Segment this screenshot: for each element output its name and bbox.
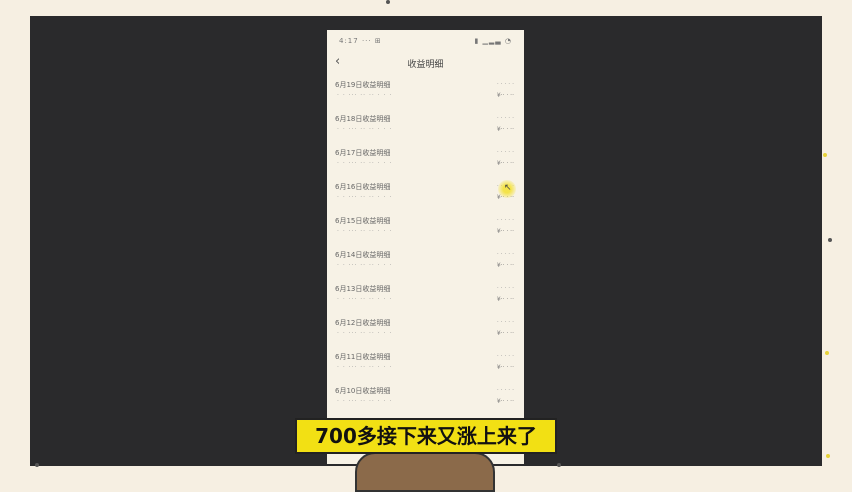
nav-bar: ‹ 收益明细 (327, 52, 524, 74)
phone-screen: 4:17 ··· ⊞ ▮ ▁▂▃ ◔ ‹ 收益明细 6月19日收益明细 · · … (327, 30, 524, 464)
row-value-bottom: ¥·· · ·· (496, 330, 514, 337)
row-value-bottom: ¥·· · ·· (496, 262, 514, 269)
row-label: 6月14日收益明细 (335, 251, 391, 259)
row-label: 6月16日收益明细 (335, 183, 391, 191)
row-sub: · · ··· ·· ·· · · · (337, 194, 393, 201)
row-sub: · · ··· ·· ·· · · · (337, 126, 393, 133)
decor-dot (823, 153, 827, 157)
touch-cursor-icon: ↖ (498, 180, 516, 198)
row-value-bottom: ¥·· · ·· (496, 228, 514, 235)
row-value-top: · · · · · (496, 285, 514, 292)
row-label: 6月10日收益明细 (335, 387, 391, 395)
decor-dot (386, 0, 390, 4)
row-sub: · · ··· ·· ·· · · · (337, 228, 393, 235)
list-item[interactable]: 6月12日收益明细 · · ··· ·· ·· · · · · · · · · … (327, 314, 524, 348)
row-label: 6月11日收益明细 (335, 353, 391, 361)
row-sub: · · ··· ·· ·· · · · (337, 296, 393, 303)
row-value-top: · · · · · (496, 81, 514, 88)
video-subtitle: 700多接下来又涨上来了 (295, 418, 557, 454)
row-value-top: · · · · · (496, 149, 514, 156)
row-value-bottom: ¥·· · ·· (496, 296, 514, 303)
status-time: 4:17 ··· ⊞ (339, 37, 382, 45)
row-value-top: · · · · · (496, 353, 514, 360)
page-title: 收益明细 (407, 60, 444, 70)
row-value-bottom: ¥·· · ·· (496, 364, 514, 371)
status-icons: ▮ ▁▂▃ ◔ (474, 37, 512, 45)
row-sub: · · ··· ·· ·· · · · (337, 330, 393, 337)
decor-dot (828, 238, 832, 242)
row-label: 6月13日收益明细 (335, 285, 391, 293)
row-sub: · · ··· ·· ·· · · · (337, 398, 393, 405)
list-item[interactable]: 6月11日收益明细 · · ··· ·· ·· · · · · · · · · … (327, 348, 524, 382)
list-item[interactable]: 6月16日收益明细 · · ··· ·· ·· · · · · · · · · … (327, 178, 524, 212)
list-item[interactable]: 6月10日收益明细 · · ··· ·· ·· · · · · · · · · … (327, 382, 524, 416)
row-sub: · · ··· ·· ·· · · · (337, 262, 393, 269)
decor-dot (35, 463, 39, 467)
row-value-top: · · · · · (496, 387, 514, 394)
row-value-top: · · · · · (496, 319, 514, 326)
row-label: 6月15日收益明细 (335, 217, 391, 225)
row-value-bottom: ¥·· · ·· (496, 398, 514, 405)
row-label: 6月12日收益明细 (335, 319, 391, 327)
row-value-top: · · · · · (496, 115, 514, 122)
row-sub: · · ··· ·· ·· · · · (337, 160, 393, 167)
list-item[interactable]: 6月17日收益明细 · · ··· ·· ·· · · · · · · · · … (327, 144, 524, 178)
list-item[interactable]: 6月19日收益明细 · · ··· ·· ·· · · · · · · · · … (327, 76, 524, 110)
status-bar: 4:17 ··· ⊞ ▮ ▁▂▃ ◔ (327, 34, 524, 50)
earnings-list: 6月19日收益明细 · · ··· ·· ·· · · · · · · · · … (327, 76, 524, 416)
decor-dot (826, 454, 830, 458)
row-sub: · · ··· ·· ·· · · · (337, 92, 393, 99)
row-value-bottom: ¥·· · ·· (496, 126, 514, 133)
row-value-bottom: ¥·· · ·· (496, 92, 514, 99)
row-label: 6月17日收益明细 (335, 149, 391, 157)
row-sub: · · ··· ·· ·· · · · (337, 364, 393, 371)
row-value-bottom: ¥·· · ·· (496, 160, 514, 167)
row-label: 6月19日收益明细 (335, 81, 391, 89)
presenter-figure (355, 452, 495, 492)
decor-dot (557, 463, 561, 467)
list-item[interactable]: 6月15日收益明细 · · ··· ·· ·· · · · · · · · · … (327, 212, 524, 246)
list-item[interactable]: 6月18日收益明细 · · ··· ·· ·· · · · · · · · · … (327, 110, 524, 144)
row-value-top: · · · · · (496, 251, 514, 258)
decor-dot (825, 351, 829, 355)
pointer-icon: ↖ (504, 183, 512, 193)
list-item[interactable]: 6月14日收益明细 · · ··· ·· ·· · · · · · · · · … (327, 246, 524, 280)
list-item[interactable]: 6月13日收益明细 · · ··· ·· ·· · · · · · · · · … (327, 280, 524, 314)
row-label: 6月18日收益明细 (335, 115, 391, 123)
row-value-top: · · · · · (496, 217, 514, 224)
